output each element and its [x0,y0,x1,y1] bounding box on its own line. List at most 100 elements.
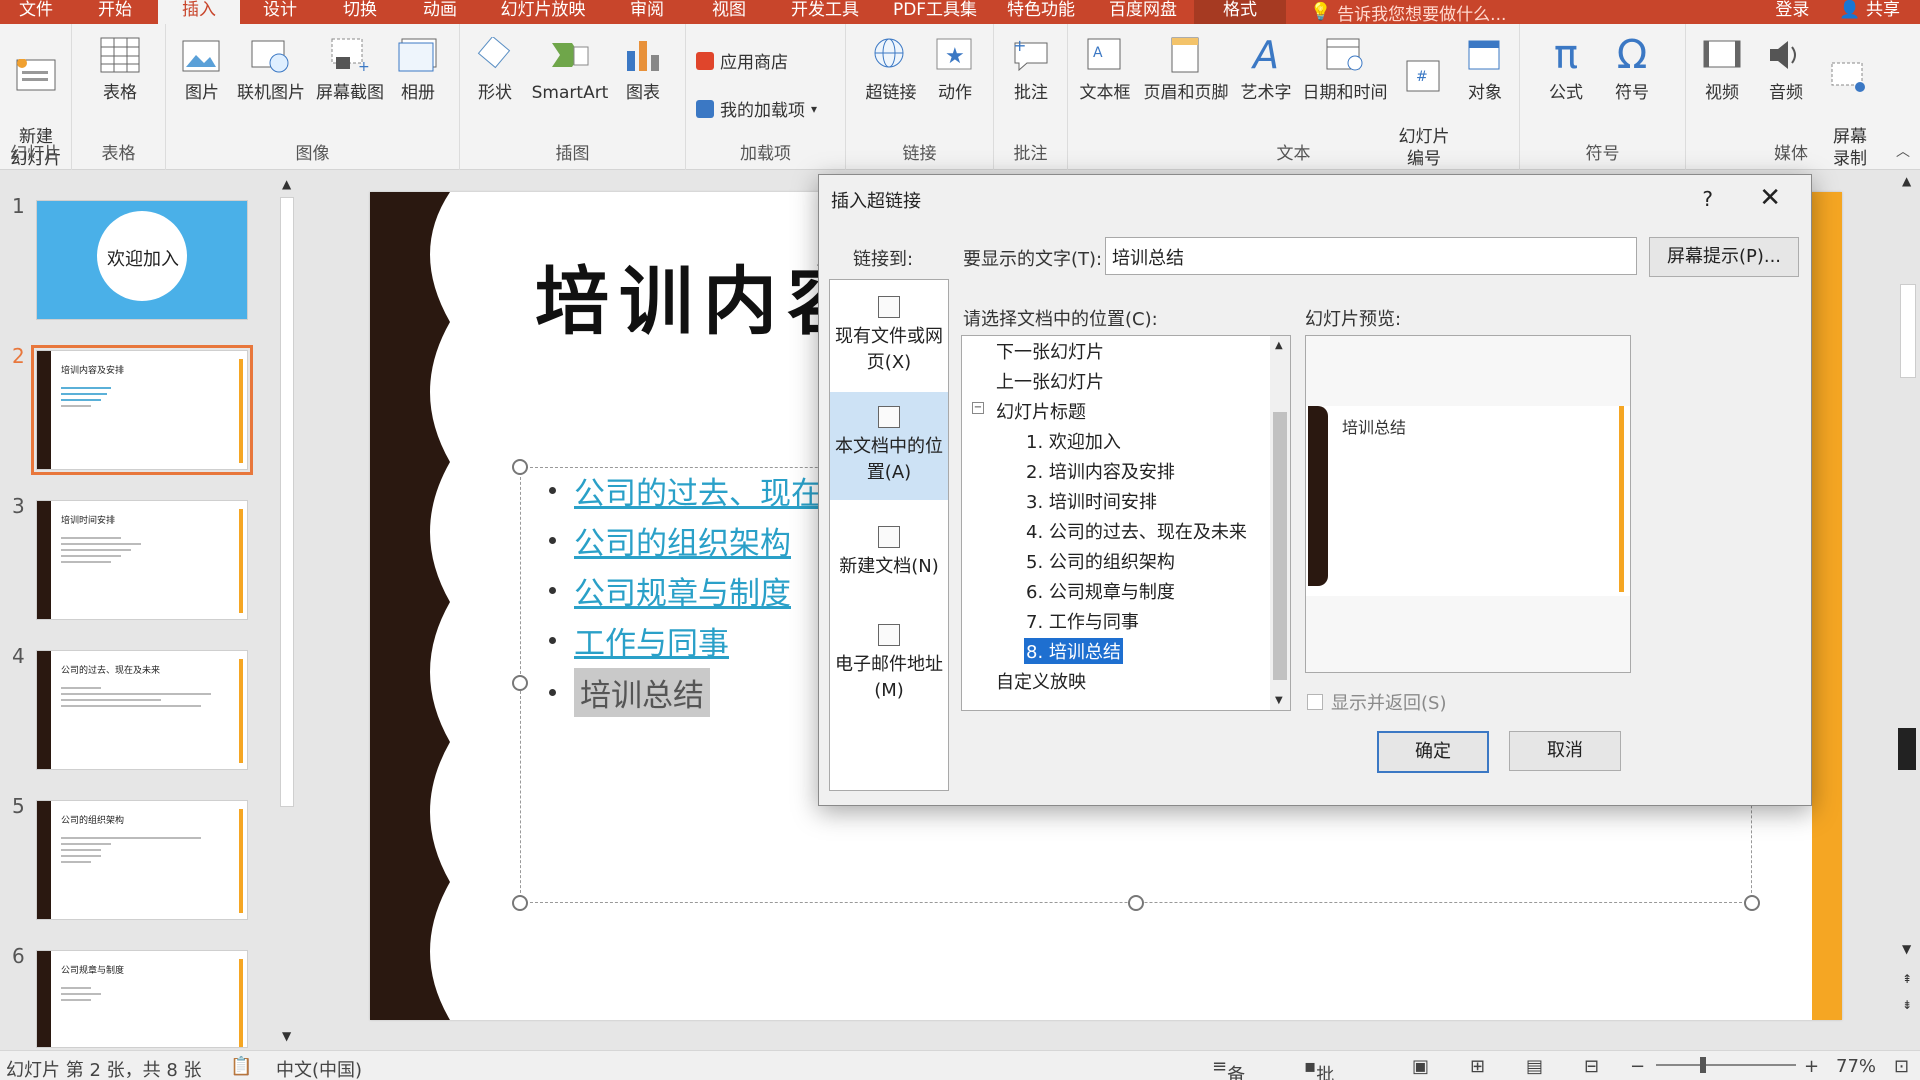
zoom-in-icon[interactable]: + [1804,1056,1819,1077]
tab-transitions[interactable]: 切换 [320,0,400,24]
next-slide-icon[interactable]: ⇟ [1902,998,1912,1012]
scroll-down-icon[interactable]: ▼ [282,1029,291,1043]
slide-thumbnail-4[interactable]: 公司的过去、现在及未来 [36,650,248,770]
tab-developer[interactable]: 开发工具 [770,0,880,24]
email-address-option[interactable]: 电子邮件地址(M) [830,624,948,704]
tree-item[interactable]: 7. 工作与同事 [1026,608,1139,634]
zoom-slider[interactable] [1656,1064,1796,1066]
slide-thumbnail-5[interactable]: 公司的组织架构 [36,800,248,920]
tree-item[interactable]: 自定义放映 [996,668,1086,694]
spellcheck-icon[interactable]: 📋 [230,1056,252,1077]
display-text-input[interactable]: 培训总结 [1105,237,1637,275]
smartart-button[interactable]: SmartArt [528,34,612,104]
checkbox-box[interactable] [1307,694,1323,710]
screenshot-button[interactable]: + 屏幕截图 [310,34,390,104]
tab-design[interactable]: 设计 [240,0,320,24]
equation-button[interactable]: π 公式 [1538,34,1594,104]
tree-item[interactable]: 6. 公司规章与制度 [1026,578,1175,604]
ok-button[interactable]: 确定 [1377,731,1489,773]
tab-view[interactable]: 视图 [688,0,770,24]
resize-handle[interactable] [512,895,528,911]
resize-handle[interactable] [1744,895,1760,911]
slide-sorter-icon[interactable]: ⊞ [1470,1056,1485,1077]
screentip-button[interactable]: 屏幕提示(P)... [1649,237,1799,277]
tab-pdf-tools[interactable]: PDF工具集 [880,0,990,24]
bullet-link[interactable]: 工作与同事 [574,618,729,663]
tree-item[interactable]: 4. 公司的过去、现在及未来 [1026,518,1247,544]
datetime-button[interactable]: 日期和时间 [1300,34,1390,104]
prev-slide-icon[interactable]: ⇞ [1902,972,1912,986]
scroll-up-icon[interactable]: ▲ [1902,174,1911,188]
scroll-down-icon[interactable]: ▼ [1275,695,1283,706]
store-button[interactable]: 应用商店 [696,48,788,73]
zoom-out-icon[interactable]: − [1630,1056,1645,1077]
share-button[interactable]: 👤 共享 [1839,0,1900,20]
resize-handle[interactable] [1128,895,1144,911]
close-icon[interactable]: ✕ [1759,183,1781,213]
scroll-down-icon[interactable]: ▼ [1902,942,1911,956]
comment-button[interactable]: + 批注 [1006,34,1056,104]
tab-home[interactable]: 开始 [72,0,158,24]
tree-scrollbar[interactable]: ▲ ▼ [1270,336,1290,710]
show-and-return-checkbox[interactable]: 显示并返回(S) [1307,689,1446,715]
resize-handle[interactable] [512,675,528,691]
hyperlink-button[interactable]: 超链接 [860,34,922,104]
online-picture-button[interactable]: 联机图片 [228,34,314,104]
table-button[interactable]: 表格 [92,34,148,104]
side-panel-toggle[interactable] [1898,728,1916,770]
tree-item[interactable]: 幻灯片标题 [996,398,1086,424]
document-place-tree[interactable]: 下一张幻灯片 上一张幻灯片 − 幻灯片标题 1. 欢迎加入 2. 培训内容及安排… [961,335,1291,711]
zoom-slider-thumb[interactable] [1700,1057,1706,1073]
tree-item[interactable]: 3. 培训时间安排 [1026,488,1157,514]
thumbnail-scrollbar[interactable]: ▲ ▼ [278,175,296,1045]
normal-view-icon[interactable]: ▣ [1412,1056,1429,1077]
chart-button[interactable]: 图表 [618,34,668,104]
bullet-link[interactable]: 公司规章与制度 [574,568,791,613]
header-footer-button[interactable]: 页眉和页脚 [1140,34,1232,104]
tab-insert[interactable]: 插入 [158,0,240,24]
tab-review[interactable]: 审阅 [606,0,688,24]
album-button[interactable]: 相册 [388,34,448,104]
notes-button[interactable]: ≡ 备注 [1212,1056,1245,1080]
tab-format[interactable]: 格式 [1194,0,1286,24]
picture-button[interactable]: 图片 [172,34,232,104]
place-in-document-option[interactable]: 本文档中的位置(A) [830,392,948,500]
selected-bullet-text[interactable]: 培训总结 [574,668,710,717]
reading-view-icon[interactable]: ▤ [1526,1056,1543,1077]
resize-handle[interactable] [512,459,528,475]
bullet-link[interactable]: 公司的过去、现在及 [574,468,853,513]
slide-thumbnail-6[interactable]: 公司规章与制度 [36,950,248,1048]
fit-to-window-icon[interactable]: ⊡ [1894,1056,1909,1077]
slide-thumbnail-2[interactable]: 培训内容及安排 [31,345,253,475]
tell-me-box[interactable]: 💡 告诉我您想要做什么... [1310,0,1506,25]
audio-button[interactable]: 音频 [1758,34,1814,104]
tree-item[interactable]: 1. 欢迎加入 [1026,428,1121,454]
scroll-up-icon[interactable]: ▲ [1275,340,1283,351]
tab-baidu-netdisk[interactable]: 百度网盘 [1092,0,1194,24]
cancel-button[interactable]: 取消 [1509,731,1621,771]
zoom-level[interactable]: 77% [1836,1056,1876,1077]
tree-item[interactable]: 2. 培训内容及安排 [1026,458,1175,484]
help-button[interactable]: ? [1702,187,1713,211]
slide-thumbnail-3[interactable]: 培训时间安排 [36,500,248,620]
canvas-scrollbar[interactable]: ▲ ▼ ⇞ ⇟ [1896,172,1920,1048]
tab-slideshow[interactable]: 幻灯片放映 [480,0,606,24]
tab-features[interactable]: 特色功能 [990,0,1092,24]
video-button[interactable]: 视频 [1694,34,1750,104]
scrollbar-thumb[interactable] [1900,284,1916,378]
symbol-button[interactable]: Ω 符号 [1604,34,1660,104]
tree-item-selected[interactable]: 8. 培训总结 [1024,638,1123,664]
my-addins-button[interactable]: 我的加载项 ▾ [696,96,817,121]
collapse-toggle-icon[interactable]: − [972,402,984,414]
existing-file-option[interactable]: 现有文件或网页(X) [830,296,948,376]
object-button[interactable]: 对象 [1460,34,1510,104]
tab-file[interactable]: 文件 [0,0,72,24]
scroll-up-icon[interactable]: ▲ [282,177,291,191]
tab-animations[interactable]: 动画 [400,0,480,24]
comments-button[interactable]: ▪ 批注 [1304,1056,1334,1080]
tree-item[interactable]: 下一张幻灯片 [996,338,1104,364]
login-link[interactable]: 登录 [1775,0,1809,20]
wordart-button[interactable]: A 艺术字 [1238,34,1294,104]
shapes-button[interactable]: 形状 [470,34,520,104]
tree-item[interactable]: 5. 公司的组织架构 [1026,548,1175,574]
